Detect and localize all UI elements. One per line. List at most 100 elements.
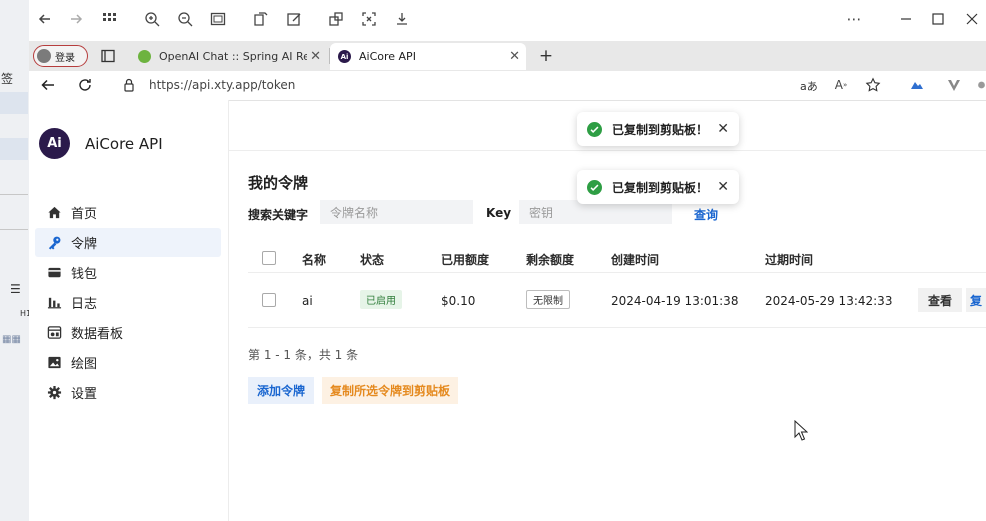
close-window-icon[interactable] — [961, 8, 983, 30]
toast-notification: 已复制到剪贴板！ ✕ — [577, 112, 739, 146]
sidebar-item-label: 绘图 — [71, 357, 98, 372]
align-icon: ☰ — [10, 282, 21, 296]
lock-icon[interactable] — [118, 74, 140, 96]
row-checkbox[interactable] — [262, 293, 276, 307]
created-time: 2024-04-19 13:01:38 — [611, 294, 739, 308]
search-keyword-label: 搜索关键字 — [248, 208, 309, 222]
edit-icon[interactable] — [283, 8, 305, 30]
sidebar-item-label: 令牌 — [71, 237, 98, 252]
success-check-icon — [587, 121, 602, 137]
grid-icon: ▦▦ — [2, 334, 21, 345]
image-icon — [45, 354, 63, 372]
copy-row-button[interactable]: 复 — [966, 288, 986, 312]
reader-mode-icon[interactable]: aあ — [800, 78, 818, 94]
key-label: Key — [486, 206, 512, 220]
brand-logo: Ai — [39, 128, 70, 159]
bar-chart-icon — [45, 294, 63, 312]
sidebar-item-label: 日志 — [71, 297, 98, 312]
spring-leaf-icon — [138, 50, 151, 63]
table-row-divider — [248, 327, 986, 328]
apps-grid-icon[interactable] — [99, 8, 121, 30]
remaining-quota-badge: 无限制 — [526, 290, 570, 309]
gear-icon — [45, 384, 63, 402]
maximize-icon[interactable] — [927, 8, 949, 30]
column-header-name: 名称 — [302, 253, 327, 267]
copy-selected-button[interactable]: 复制所选令牌到剪贴板 — [322, 377, 458, 404]
forward-icon[interactable] — [65, 8, 87, 30]
page-title: 我的令牌 — [248, 174, 309, 192]
sidebar-item-label: 设置 — [71, 387, 98, 402]
key-icon — [45, 234, 63, 252]
aicore-favicon-icon: Ai — [338, 50, 351, 63]
download-icon[interactable] — [391, 8, 413, 30]
extension-v-icon[interactable] — [943, 74, 965, 96]
header-divider — [229, 150, 986, 151]
token-name: ai — [302, 294, 313, 308]
sidebar-item-label: 数据看板 — [71, 327, 124, 342]
column-header-remaining: 剩余额度 — [526, 253, 575, 267]
expires-time: 2024-05-29 13:42:33 — [765, 294, 893, 308]
sidebar-item-logs[interactable]: 日志 — [35, 288, 221, 317]
close-toast-icon[interactable]: ✕ — [717, 179, 729, 195]
url-text[interactable]: https://api.xty.app/token — [149, 78, 295, 92]
sidebar-item-label: 钱包 — [71, 267, 98, 282]
favorite-star-icon[interactable] — [862, 74, 884, 96]
back-arrow-icon[interactable] — [37, 74, 59, 96]
more-options-icon[interactable]: ⋯ — [843, 8, 865, 30]
home-icon — [45, 204, 63, 222]
sidebar: Ai AiCore API 首页 令牌 钱包 日志 数据看板 绘图 设置 — [29, 100, 229, 521]
sidebar-item-dashboard[interactable]: 数据看板 — [35, 318, 221, 347]
tab-aicore-api[interactable]: Ai AiCore API ✕ — [330, 43, 526, 70]
minimize-icon[interactable] — [895, 8, 917, 30]
column-header-status: 状态 — [360, 253, 385, 267]
dashboard-icon — [45, 324, 63, 342]
sidebar-item-settings[interactable]: 设置 — [35, 378, 221, 407]
new-tab-icon[interactable]: + — [535, 45, 557, 67]
refresh-icon[interactable] — [74, 74, 96, 96]
back-icon[interactable] — [34, 8, 56, 30]
sidebar-item-tokens[interactable]: 令牌 — [35, 228, 221, 257]
sidebar-item-home[interactable]: 首页 — [35, 198, 221, 227]
token-name-input[interactable]: 令牌名称 — [320, 200, 473, 224]
background-window: 签 ☰ H1 ▦▦ — [0, 0, 31, 521]
pagination-info: 第 1 - 1 条，共 1 条 — [248, 348, 359, 362]
brand-name: AiCore API — [85, 135, 163, 153]
wallet-icon — [45, 264, 63, 282]
toast-notification: 已复制到剪贴板！ ✕ — [577, 170, 739, 204]
column-header-created: 创建时间 — [611, 253, 660, 267]
tab-aicore-api-title: AiCore API — [359, 50, 416, 63]
background-window-text: 签 — [1, 72, 14, 86]
tab-actions-icon[interactable] — [97, 45, 119, 67]
toast-message: 已复制到剪贴板！ — [612, 180, 709, 195]
column-header-expires: 过期时间 — [765, 253, 814, 267]
add-token-button[interactable]: 添加令牌 — [248, 377, 314, 404]
screenshot-icon[interactable] — [358, 8, 380, 30]
close-tab-icon[interactable]: ✕ — [310, 49, 327, 64]
avatar-icon — [37, 49, 51, 63]
zoom-in-icon[interactable] — [141, 8, 163, 30]
close-tab-icon[interactable]: ✕ — [509, 49, 526, 64]
zoom-out-icon[interactable] — [174, 8, 196, 30]
tab-spring-ai[interactable]: OpenAI Chat :: Spring AI Referen ✕ — [132, 44, 327, 69]
query-button[interactable]: 查询 — [684, 202, 728, 226]
tab-spring-ai-title: OpenAI Chat :: Spring AI Referen — [159, 50, 307, 63]
column-header-used: 已用额度 — [441, 253, 490, 267]
browser-toolbar: ⋯ — [29, 0, 986, 40]
sidebar-item-wallet[interactable]: 钱包 — [35, 258, 221, 287]
close-toast-icon[interactable]: ✕ — [717, 121, 729, 137]
extension-partial-icon[interactable] — [977, 74, 986, 96]
select-all-checkbox[interactable] — [262, 251, 276, 265]
fit-page-icon[interactable] — [207, 8, 229, 30]
rotate-icon[interactable] — [250, 8, 272, 30]
extension-cloud-icon[interactable] — [906, 74, 928, 96]
sidebar-item-label: 首页 — [71, 207, 98, 222]
mouse-cursor-icon — [794, 419, 809, 442]
profile-login-button[interactable]: 登录 — [33, 45, 88, 67]
view-button[interactable]: 查看 — [918, 288, 962, 312]
used-quota: $0.10 — [441, 294, 476, 308]
sidebar-item-drawing[interactable]: 绘图 — [35, 348, 221, 377]
extension-icon[interactable] — [325, 8, 347, 30]
read-aloud-icon[interactable]: A» — [830, 74, 852, 96]
status-badge: 已启用 — [360, 290, 402, 309]
profile-login-label: 登录 — [55, 52, 75, 64]
